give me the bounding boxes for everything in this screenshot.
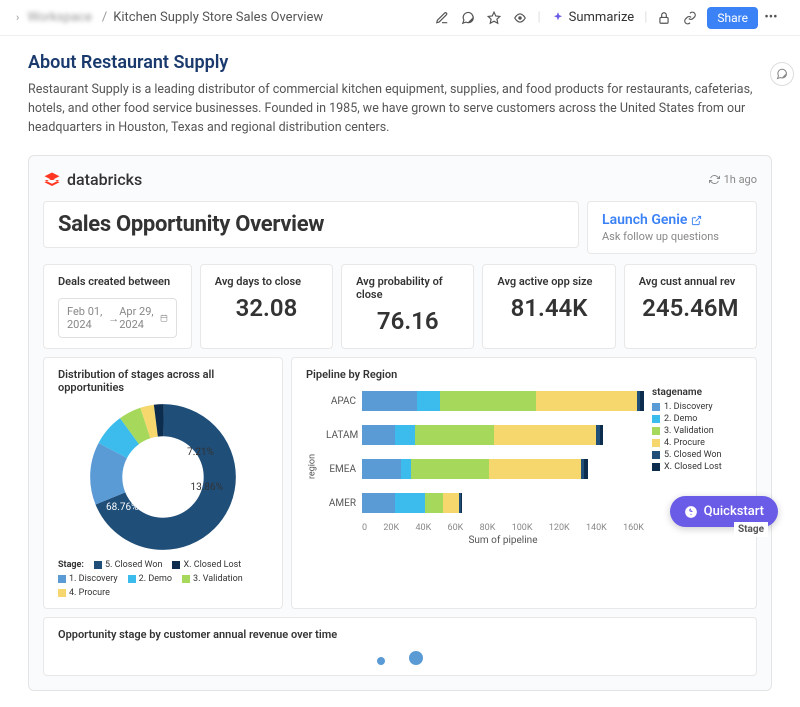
bar-segment[interactable] [362, 425, 395, 445]
metric-avg-opp-size: Avg active opp size 81.44K [482, 264, 615, 349]
scatter-dot [409, 651, 423, 665]
date-end: Apr 29, 2024 [119, 305, 160, 331]
breadcrumb-separator: / [102, 10, 107, 25]
summarize-label: Summarize [569, 10, 635, 25]
date-filter-label: Deals created between [58, 275, 177, 288]
star-icon[interactable] [483, 7, 505, 29]
bar-segment[interactable] [536, 391, 636, 411]
brand-name: databricks [67, 170, 142, 189]
bar-segment[interactable] [584, 459, 588, 479]
donut-label-2: 13.86% [191, 482, 223, 493]
summarize-button[interactable]: Summarize [551, 10, 635, 25]
watch-icon[interactable] [509, 7, 531, 29]
arrow-right-icon: → [108, 312, 119, 325]
bar-segment[interactable] [401, 459, 412, 479]
bar-row: AMER [326, 489, 644, 517]
genie-subtitle: Ask follow up questions [602, 230, 742, 243]
page-description: Restaurant Supply is a leading distribut… [28, 81, 772, 137]
metric-avg-prob: Avg probability of close 76.16 [341, 264, 474, 349]
opp-rev-title: Opportunity stage by customer annual rev… [58, 628, 742, 641]
date-range-input[interactable]: Feb 01, 2024 → Apr 29, 2024 [58, 298, 177, 338]
donut-label-1: 68.76% [106, 502, 138, 513]
bar-region-label: AMER [326, 498, 362, 509]
metric-avg-days: Avg days to close 32.08 [200, 264, 333, 349]
comment-icon[interactable] [457, 7, 479, 29]
bar-segment[interactable] [489, 459, 581, 479]
date-filter-card: Deals created between Feb 01, 2024 → Apr… [43, 264, 192, 349]
lock-icon[interactable] [653, 7, 675, 29]
brand-logo: databricks [43, 170, 142, 189]
donut-chart-card: Distribution of stages across all opport… [43, 357, 283, 609]
bar-row: APAC [326, 387, 644, 415]
metric-avg-annual-rev: Avg cust annual rev 245.46M [624, 264, 757, 349]
bar-segment[interactable] [494, 425, 596, 445]
bar-region-label: APAC [326, 396, 362, 407]
bar-segment[interactable] [440, 391, 537, 411]
bar-segment[interactable] [425, 493, 443, 513]
date-start: Feb 01, 2024 [67, 305, 108, 331]
link-icon[interactable] [679, 7, 701, 29]
donut-title: Distribution of stages across all opport… [58, 368, 268, 394]
topbar: › Workspace / Kitchen Supply Store Sales… [0, 0, 800, 36]
donut-label-3: 7.21% [187, 447, 214, 458]
page-body: About Restaurant Supply Restaurant Suppl… [0, 36, 800, 707]
donut-chart[interactable]: 68.76% 13.86% 7.21% [88, 402, 238, 552]
bar-ylabel: region [233, 461, 392, 473]
opportunity-revenue-card: Opportunity stage by customer annual rev… [43, 617, 757, 676]
breadcrumb-space[interactable]: Workspace [27, 10, 92, 25]
inline-comment-icon[interactable] [770, 62, 794, 86]
bar-title: Pipeline by Region [306, 368, 742, 381]
calendar-icon [160, 312, 168, 324]
bar-segment[interactable] [362, 493, 395, 513]
genie-card: Launch Genie Ask follow up questions [587, 201, 757, 254]
bar-chart-card: Pipeline by Region region APACLATAMEMEAA… [291, 357, 757, 609]
bar-segment[interactable] [417, 391, 440, 411]
bar-segment[interactable] [600, 425, 604, 445]
refresh-timestamp[interactable]: 1h ago [709, 173, 757, 186]
bar-region-label: LATAM [326, 430, 362, 441]
more-icon[interactable]: ••• [760, 7, 782, 29]
expand-icon[interactable]: › [16, 11, 19, 24]
launch-genie-link[interactable]: Launch Genie [602, 212, 742, 228]
scatter-dot [377, 657, 385, 665]
stage-mini-label: Stage [734, 522, 768, 537]
bar-segment[interactable] [461, 493, 463, 513]
bar-segment[interactable] [395, 425, 414, 445]
bar-segment[interactable] [395, 493, 425, 513]
bar-segment[interactable] [415, 425, 494, 445]
bar-segment[interactable] [443, 493, 459, 513]
dashboard-embed: databricks 1h ago Sales Opportunity Over… [28, 155, 772, 691]
donut-legend: Stage: 5. Closed Won X. Closed Lost 1. D… [58, 560, 268, 598]
bar-segment[interactable] [640, 391, 644, 411]
bar-row: LATAM [326, 421, 644, 449]
edit-icon[interactable] [431, 7, 453, 29]
page-title: About Restaurant Supply [28, 52, 772, 73]
bar-segment[interactable] [362, 391, 417, 411]
bar-segment[interactable] [411, 459, 489, 479]
dashboard-title: Sales Opportunity Overview [58, 212, 564, 237]
breadcrumb-title[interactable]: Kitchen Supply Store Sales Overview [113, 10, 323, 25]
share-button[interactable]: Share [707, 7, 758, 29]
dashboard-title-card: Sales Opportunity Overview [43, 201, 579, 248]
